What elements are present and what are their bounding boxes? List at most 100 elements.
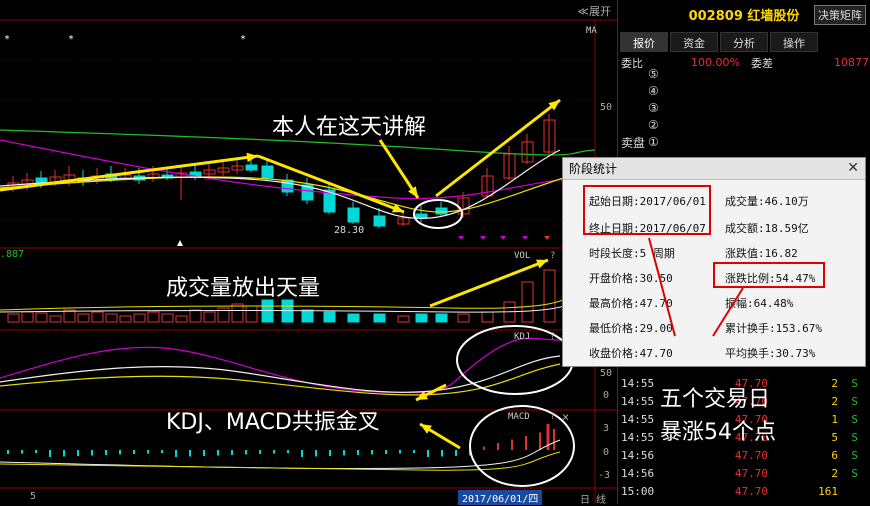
signal-marker xyxy=(500,236,506,240)
vol-help-icon[interactable]: ? xyxy=(550,251,555,261)
ma-line-white xyxy=(0,149,561,219)
popup-arrows xyxy=(648,237,744,337)
yellow-arrow-head xyxy=(536,259,548,269)
volume-bar xyxy=(175,315,188,323)
annotation-surge: 暴涨54个点 xyxy=(660,420,776,445)
date-badge: 2017/06/01/四 xyxy=(458,490,543,505)
volume-bar xyxy=(7,313,20,323)
signal-marker xyxy=(522,236,528,240)
left-value-label: .887 xyxy=(0,249,25,260)
candle-body xyxy=(347,207,360,223)
vol-label: VOL xyxy=(514,251,531,261)
volume-bar xyxy=(21,311,34,323)
volume-bar xyxy=(49,315,62,323)
tab-analysis[interactable]: 分析 xyxy=(720,32,768,52)
kdj-k-line xyxy=(0,355,561,393)
candle-body xyxy=(435,207,448,215)
macd-help-icon[interactable]: ? xyxy=(550,412,555,422)
volume-bar xyxy=(397,315,410,323)
volume-bar xyxy=(457,313,470,323)
volume-bar xyxy=(373,313,386,323)
volume-bar xyxy=(133,313,146,323)
volume-bar xyxy=(323,311,336,323)
ma-line-purple xyxy=(0,139,596,200)
marker-triangle xyxy=(177,240,183,246)
low-price-label: 28.30 xyxy=(334,225,365,236)
stock-title: 002809 红墙股份 xyxy=(688,8,800,24)
candle-body xyxy=(245,164,258,171)
tab-operation[interactable]: 操作 xyxy=(770,32,818,52)
kline-chart-area[interactable]: ≪展开 MA * * * 50 28.30 .887 VOL ? 30 10 K… xyxy=(0,0,617,506)
decision-matrix-button[interactable]: 决策矩阵 xyxy=(814,5,866,25)
kdj-label: KDJ xyxy=(514,332,531,342)
volume-bar xyxy=(161,313,174,323)
volume-bar xyxy=(189,309,202,323)
signal-marker xyxy=(458,236,464,240)
macd-label: MACD xyxy=(508,412,530,422)
weibi-value: 100.00% xyxy=(691,56,740,69)
annotation-explain: 本人在这天讲解 xyxy=(272,115,427,140)
sell-level-5: ⑤ xyxy=(648,67,659,81)
candle-body xyxy=(261,165,274,179)
kdj-d-line xyxy=(0,363,561,396)
candle-body xyxy=(373,215,386,227)
kdj-axis-50: 50 xyxy=(600,368,613,379)
volume-bar xyxy=(481,311,494,323)
volume-bar xyxy=(63,309,76,323)
volume-bar xyxy=(203,311,216,323)
volume-bar xyxy=(119,315,132,323)
signal-marker xyxy=(544,236,550,240)
signal-marker xyxy=(480,236,486,240)
volume-bar xyxy=(35,312,48,323)
macd-axis-0: 0 xyxy=(603,447,610,458)
sell-level-4: ④ xyxy=(648,84,659,98)
sell-levels: ⑤ ④ ③ ② ① xyxy=(648,66,659,151)
annotation-kdj-macd: KDJ、MACD共振金叉 xyxy=(166,410,380,435)
volume-bar xyxy=(105,313,118,323)
star-marker: * xyxy=(68,34,75,45)
volume-bar xyxy=(245,305,258,323)
weicha-value: 10877 xyxy=(834,56,869,69)
volume-bar xyxy=(521,281,534,323)
tick-row: 14:56 47.70 6 S xyxy=(621,448,858,462)
weicha-label: 委差 xyxy=(751,56,773,70)
macd-dea-line xyxy=(0,451,561,471)
volume-bar xyxy=(415,313,428,323)
star-marker: * xyxy=(4,34,11,45)
red-arrow-line xyxy=(712,287,744,337)
quote-tabs: 报价 资金 分析 操作 xyxy=(618,32,870,52)
price-axis-50: 50 xyxy=(600,102,613,113)
candle-body xyxy=(415,213,428,219)
tab-funds[interactable]: 资金 xyxy=(670,32,718,52)
sell-label: 卖盘 xyxy=(621,136,646,150)
yellow-arrow xyxy=(435,98,561,198)
stage-stats-dialog[interactable]: 阶段统计 ✕ 起始日期:2017/06/01 终止日期:2017/06/07 时… xyxy=(562,157,866,367)
annotation-volume: 成交量放出天量 xyxy=(166,276,321,301)
star-marker: * xyxy=(240,34,247,45)
yellow-arrow xyxy=(429,258,549,308)
volume-bar xyxy=(347,313,360,323)
annotation-five-days: 五个交易日 xyxy=(660,387,771,412)
tick-row: 15:00 47.70 161 xyxy=(621,484,838,498)
macd-axis-neg3: -3 xyxy=(598,470,611,481)
yellow-arrow xyxy=(0,154,259,192)
macd-axis-3: 3 xyxy=(603,423,610,434)
volume-bar xyxy=(231,303,244,323)
volume-bar xyxy=(91,311,104,323)
expand-button[interactable]: ≪展开 xyxy=(577,3,611,19)
macd-close-icon[interactable]: × xyxy=(562,410,569,424)
volume-bar xyxy=(435,313,448,323)
sell-level-3: ③ xyxy=(648,101,659,115)
volume-bar xyxy=(77,313,90,323)
volume-bar xyxy=(147,311,160,323)
volume-bar xyxy=(543,269,556,323)
bottom-left-label: 5 xyxy=(30,491,37,502)
ma-label: MA xyxy=(586,26,597,36)
kdj-help-icon[interactable]: ? xyxy=(550,332,555,342)
kdj-axis-0: 0 xyxy=(603,390,610,401)
stock-header: 002809 红墙股份 决策矩阵 xyxy=(618,0,870,28)
volume-bar xyxy=(301,309,314,323)
sell-level-1: ① xyxy=(648,135,659,149)
tab-quote[interactable]: 报价 xyxy=(620,32,668,52)
tick-row: 14:56 47.70 2 S xyxy=(621,466,858,480)
